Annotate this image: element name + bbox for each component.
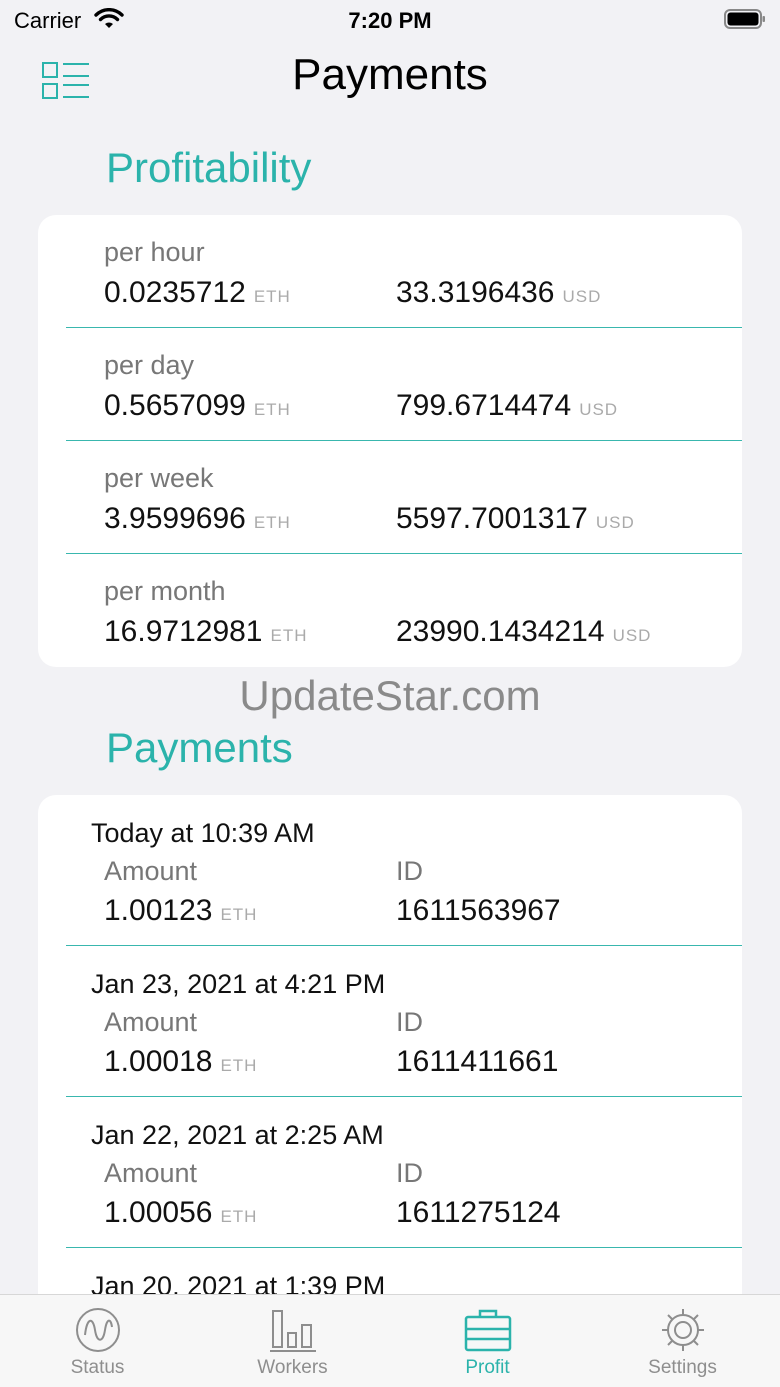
profitability-card: per hour 0.0235712 ETH 33.3196436 USD per … [38, 215, 742, 667]
briefcase-icon [464, 1309, 512, 1352]
eth-unit: ETH [253, 287, 291, 306]
tab-label: Status [70, 1357, 125, 1378]
status-bar: Carrier 7:20 PM [0, 0, 780, 40]
payment-amount: 1.00123 ETH [104, 894, 258, 927]
profit-period-label: per month [104, 576, 226, 606]
profit-period-label: per week [104, 463, 214, 493]
amount-label: Amount [104, 1007, 198, 1037]
nav-bar: Payments [0, 44, 780, 114]
profit-row-week: per week 3.9599696 ETH 5597.7001317 USD [38, 441, 742, 554]
payment-date: Today at 10:39 AM [91, 818, 315, 848]
eth-unit: ETH [253, 400, 291, 419]
id-label: ID [396, 1007, 423, 1037]
battery-icon [724, 9, 766, 29]
watermark: UpdateStar.com [239, 672, 541, 719]
amount-label: Amount [104, 856, 198, 886]
profit-eth-value: 0.0235712 ETH [104, 276, 291, 309]
profit-usd-value: 33.3196436 USD [396, 276, 602, 309]
payment-amount: 1.00018 ETH [104, 1045, 258, 1078]
tab-status[interactable]: Status [0, 1295, 195, 1387]
profit-eth-value: 0.5657099 ETH [104, 389, 291, 422]
tab-settings[interactable]: Settings [585, 1295, 780, 1387]
eth-unit: ETH [220, 1207, 258, 1226]
profit-usd-value: 5597.7001317 USD [396, 502, 635, 535]
usd-unit: USD [562, 287, 602, 306]
payment-id: 1611275124 [396, 1196, 561, 1229]
profit-row-month: per month 16.9712981 ETH 23990.1434214 USD [38, 554, 742, 667]
eth-unit: ETH [253, 513, 291, 532]
payment-row[interactable]: Jan 23, 2021 at 4:21 PM Amount ID 1.0001… [38, 946, 742, 1097]
payment-amount: 1.00056 ETH [104, 1196, 258, 1229]
payments-card: Today at 10:39 AM Amount ID 1.00123 ETH 1… [38, 795, 742, 1315]
payment-date: Jan 23, 2021 at 4:21 PM [91, 969, 386, 999]
id-label: ID [396, 856, 423, 886]
payment-date: Jan 22, 2021 at 2:25 AM [91, 1120, 384, 1150]
profit-period-label: per day [104, 350, 195, 380]
profit-eth-value: 16.9712981 ETH [104, 615, 308, 648]
profit-row-day: per day 0.5657099 ETH 799.6714474 USD [38, 328, 742, 441]
eth-unit: ETH [220, 1056, 258, 1075]
profitability-title: Profitability [106, 144, 312, 191]
profit-row-hour: per hour 0.0235712 ETH 33.3196436 USD [38, 215, 742, 328]
tab-label: Workers [257, 1357, 328, 1378]
payment-id: 1611563967 [396, 894, 561, 927]
payment-row[interactable]: Today at 10:39 AM Amount ID 1.00123 ETH 1… [38, 795, 742, 946]
clock: 7:20 PM [348, 8, 432, 33]
workers-bars-icon [270, 1310, 316, 1352]
page-title: Payments [292, 50, 488, 99]
profit-period-label: per hour [104, 237, 205, 267]
tab-workers[interactable]: Workers [195, 1295, 390, 1387]
status-wave-icon [76, 1308, 120, 1352]
profit-eth-value: 3.9599696 ETH [104, 502, 291, 535]
eth-unit: ETH [270, 626, 308, 645]
tab-label: Profit [465, 1357, 510, 1378]
payment-row[interactable]: Jan 22, 2021 at 2:25 AM Amount ID 1.0005… [38, 1097, 742, 1248]
id-label: ID [396, 1158, 423, 1188]
profit-usd-value: 799.6714474 USD [396, 389, 619, 422]
eth-unit: ETH [220, 905, 258, 924]
tab-label: Settings [648, 1357, 717, 1378]
usd-unit: USD [612, 626, 652, 645]
profit-usd-value: 23990.1434214 USD [396, 615, 652, 648]
amount-label: Amount [104, 1158, 198, 1188]
gear-icon [662, 1309, 704, 1351]
payment-id: 1611411661 [396, 1045, 559, 1078]
usd-unit: USD [595, 513, 635, 532]
tab-profit[interactable]: Profit [390, 1295, 585, 1387]
tab-bar: Status Workers Profit Settings [0, 1294, 780, 1387]
payments-title: Payments [106, 724, 293, 771]
usd-unit: USD [579, 400, 619, 419]
